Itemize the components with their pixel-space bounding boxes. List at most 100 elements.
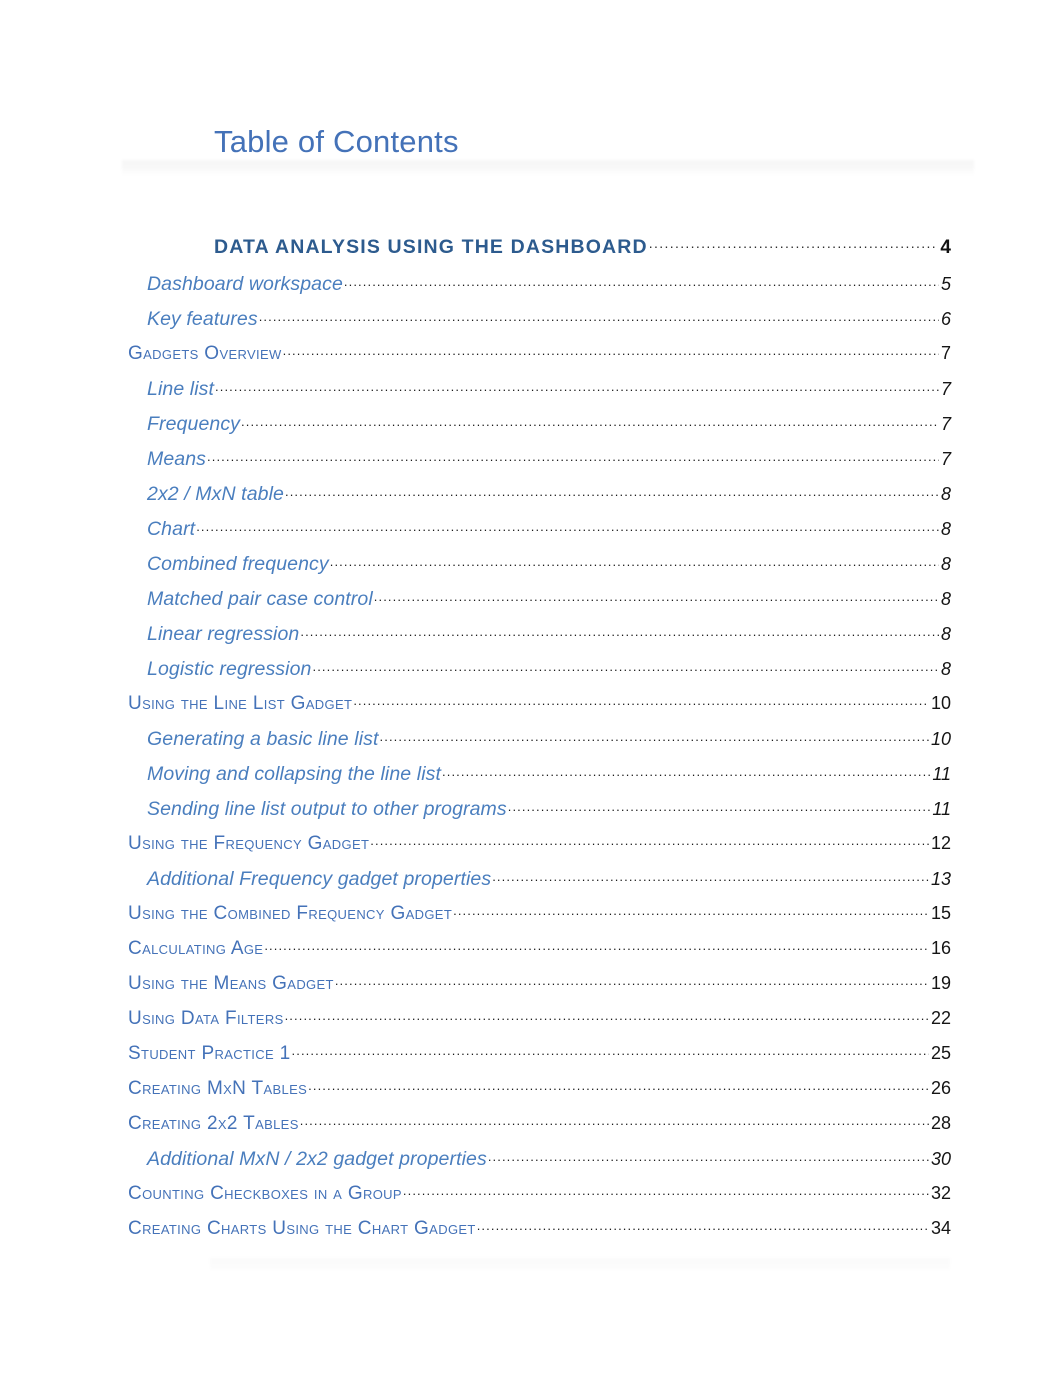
toc-entry[interactable]: Counting Checkboxes in a Group 32 — [0, 1183, 1062, 1218]
toc-entry[interactable]: 2x2 / MxN table 8 — [0, 483, 1062, 518]
toc-entry-label: Means — [147, 448, 207, 470]
toc-page-number: 4 — [940, 237, 951, 258]
toc-entry[interactable]: Additional MxN / 2x2 gadget properties 30 — [0, 1148, 1062, 1183]
toc-entry[interactable]: Gadgets Overview 7 — [0, 343, 1062, 378]
toc-dot-leader — [477, 1218, 929, 1234]
toc-page-number: 7 — [940, 343, 951, 363]
bottom-divider — [210, 1258, 950, 1272]
toc-page-number: 5 — [940, 274, 951, 294]
toc-entry-label: Gadgets Overview — [128, 343, 282, 364]
toc-entry[interactable]: Using the Frequency Gadget 12 — [0, 833, 1062, 868]
toc-page-number: 8 — [940, 659, 951, 679]
toc-entry[interactable]: Using the Line List Gadget 10 — [0, 693, 1062, 728]
toc-entry-label: Frequency — [147, 413, 241, 435]
toc-page-number: 30 — [930, 1149, 951, 1169]
toc-entry-label: Using Data Filters — [128, 1008, 284, 1029]
toc-entry[interactable]: Using Data Filters 22 — [0, 1008, 1062, 1043]
toc-page-number: 7 — [940, 449, 951, 469]
toc-entry[interactable]: Combined frequency 8 — [0, 553, 1062, 588]
toc-entry[interactable]: Linear regression 8 — [0, 623, 1062, 658]
toc-dot-leader — [283, 343, 939, 359]
toc-page-number: 13 — [930, 869, 951, 889]
toc-dot-leader — [264, 938, 929, 954]
toc-entry[interactable]: Chart 8 — [0, 518, 1062, 553]
toc-entry[interactable]: Data Analysis Using the Dashboard 4 — [0, 236, 1062, 273]
toc-entry-label: Using the Means Gadget — [128, 973, 334, 994]
toc-page-number: 8 — [940, 519, 951, 539]
toc-entry-label: Linear regression — [147, 623, 300, 645]
toc-entry[interactable]: Logistic regression 8 — [0, 658, 1062, 693]
toc-dot-leader — [403, 1183, 929, 1199]
toc-dot-leader — [488, 1149, 929, 1165]
toc-dot-leader — [300, 624, 939, 640]
toc-entry-label: Creating Charts Using the Chart Gadget — [128, 1218, 476, 1239]
toc-dot-leader — [649, 237, 939, 253]
toc-dot-leader — [259, 309, 939, 325]
toc-dot-leader — [442, 764, 930, 780]
table-of-contents-list: Data Analysis Using the Dashboard 4 Dashbo… — [0, 236, 1062, 1253]
toc-page-number: 8 — [940, 624, 951, 644]
toc-entry[interactable]: Creating Charts Using the Chart Gadget 34 — [0, 1218, 1062, 1253]
toc-entry[interactable]: Sending line list output to other progra… — [0, 798, 1062, 833]
toc-dot-leader — [285, 1008, 929, 1024]
toc-dot-leader — [292, 1043, 929, 1059]
toc-page-number: 22 — [930, 1008, 951, 1028]
toc-dot-leader — [285, 484, 939, 500]
toc-entry-label: Creating MxN Tables — [128, 1078, 308, 1099]
toc-entry[interactable]: Student Practice 1 25 — [0, 1043, 1062, 1078]
toc-entry[interactable]: Frequency 7 — [0, 413, 1062, 448]
toc-page-number: 7 — [940, 414, 951, 434]
toc-page-number: 12 — [930, 833, 951, 853]
toc-entry-label: Line list — [147, 378, 215, 400]
toc-entry-label: Matched pair case control — [147, 588, 373, 610]
toc-page-number: 32 — [930, 1183, 951, 1203]
toc-entry-label: Logistic regression — [147, 658, 312, 680]
toc-dot-leader — [370, 833, 929, 849]
page-title: Table of Contents — [214, 124, 459, 159]
toc-entry-label: Using the Frequency Gadget — [128, 833, 370, 854]
toc-dot-leader — [353, 693, 929, 709]
toc-dot-leader — [374, 589, 939, 605]
toc-entry-label: Additional MxN / 2x2 gadget properties — [147, 1148, 487, 1170]
toc-entry[interactable]: Using the Means Gadget 19 — [0, 973, 1062, 1008]
toc-dot-leader — [492, 869, 929, 885]
toc-entry[interactable]: Creating 2x2 Tables 28 — [0, 1113, 1062, 1148]
toc-entry[interactable]: Calculating Age 16 — [0, 938, 1062, 973]
toc-dot-leader — [380, 729, 929, 745]
toc-dot-leader — [300, 1113, 929, 1129]
toc-entry[interactable]: Additional Frequency gadget properties 13 — [0, 868, 1062, 903]
toc-entry[interactable]: Generating a basic line list 10 — [0, 728, 1062, 763]
toc-page-number: 6 — [940, 309, 951, 329]
toc-entry[interactable]: Key features 6 — [0, 308, 1062, 343]
toc-entry-label: Using the Combined Frequency Gadget — [128, 903, 453, 924]
toc-dot-leader — [196, 519, 939, 535]
toc-page-number: 11 — [932, 799, 951, 819]
toc-dot-leader — [215, 379, 939, 395]
document-page: Table of Contents Data Analysis Using th… — [0, 0, 1062, 1377]
toc-entry[interactable]: Means 7 — [0, 448, 1062, 483]
toc-dot-leader — [241, 414, 939, 430]
toc-entry-label: 2x2 / MxN table — [147, 483, 284, 505]
toc-entry-label: Calculating Age — [128, 938, 264, 959]
toc-page-number: 10 — [930, 693, 951, 713]
toc-entry[interactable]: Using the Combined Frequency Gadget 15 — [0, 903, 1062, 938]
toc-page-number: 7 — [940, 379, 951, 399]
toc-entry-label: Data Analysis Using the Dashboard — [214, 236, 648, 258]
toc-dot-leader — [330, 554, 939, 570]
title-divider — [122, 160, 974, 176]
toc-entry-label: Creating 2x2 Tables — [128, 1113, 299, 1134]
toc-dot-leader — [453, 903, 929, 919]
toc-page-number: 25 — [930, 1043, 951, 1063]
toc-page-number: 19 — [930, 973, 951, 993]
toc-entry[interactable]: Dashboard workspace 5 — [0, 273, 1062, 308]
toc-entry[interactable]: Matched pair case control 8 — [0, 588, 1062, 623]
toc-entry[interactable]: Line list 7 — [0, 378, 1062, 413]
toc-dot-leader — [344, 274, 939, 290]
toc-page-number: 8 — [940, 484, 951, 504]
toc-entry[interactable]: Creating MxN Tables 26 — [0, 1078, 1062, 1113]
toc-entry-label: Moving and collapsing the line list — [147, 763, 442, 785]
toc-page-number: 8 — [940, 554, 951, 574]
toc-entry[interactable]: Moving and collapsing the line list 11 — [0, 763, 1062, 798]
toc-dot-leader — [312, 659, 939, 675]
toc-page-number: 10 — [930, 729, 951, 749]
